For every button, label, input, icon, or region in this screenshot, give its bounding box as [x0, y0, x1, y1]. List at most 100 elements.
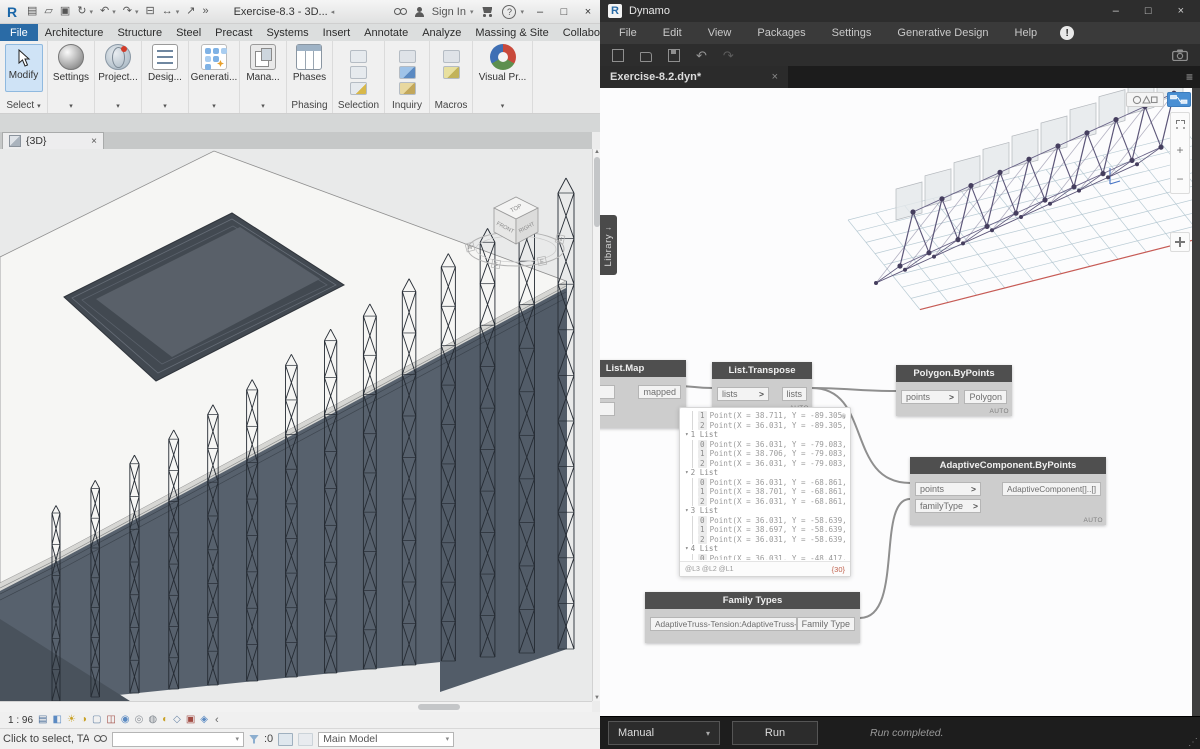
- title-caret-icon[interactable]: ◂: [331, 8, 335, 16]
- store-icon[interactable]: [481, 7, 494, 17]
- tab-analyze[interactable]: Analyze: [415, 24, 468, 41]
- macro-manager-icon[interactable]: [442, 50, 460, 63]
- redo-caret-icon[interactable]: ▾: [135, 8, 139, 16]
- help-icon[interactable]: ?: [502, 4, 517, 19]
- save-file-icon[interactable]: [668, 48, 680, 62]
- sync-caret-icon[interactable]: ▾: [90, 8, 94, 16]
- detail-level-icon[interactable]: ▤: [38, 715, 47, 725]
- zoom-in-icon[interactable]: +: [1176, 143, 1183, 157]
- save-icon[interactable]: ▣: [60, 6, 70, 17]
- port-out-lists[interactable]: lists: [781, 387, 807, 401]
- tab-precast[interactable]: Precast: [208, 24, 259, 41]
- preview-group-row[interactable]: ▾ 1 List: [685, 430, 847, 440]
- redo-icon[interactable]: ↷: [723, 49, 734, 62]
- new-file-icon[interactable]: [612, 48, 624, 62]
- menu-file[interactable]: File: [606, 27, 650, 39]
- viewbar-collapse-icon[interactable]: ‹: [215, 714, 219, 726]
- temporary-hide-icon[interactable]: ◎: [135, 715, 144, 725]
- modify-button[interactable]: Modify: [4, 44, 43, 92]
- measure-icon[interactable]: ↔: [162, 6, 173, 17]
- node-adaptive-component[interactable]: AdaptiveComponent.ByPoints points > Adap…: [910, 457, 1106, 525]
- tab-menu-icon[interactable]: ≡: [1186, 70, 1200, 84]
- list-levels[interactable]: @L3 @L2 @L1: [685, 566, 734, 573]
- node-list-map[interactable]: List.Map list mapped f(x): [600, 360, 686, 428]
- undo-caret-icon[interactable]: ▾: [112, 8, 116, 16]
- visual-style-icon[interactable]: ◧: [52, 715, 61, 725]
- family-type-dropdown[interactable]: AdaptiveTruss-Tension:AdaptiveTruss-Tens…: [650, 617, 797, 631]
- library-collapsed-tab[interactable]: → Library: [600, 215, 617, 275]
- rendering-icon[interactable]: ▢: [92, 715, 101, 725]
- sign-in-caret-icon[interactable]: ▾: [470, 8, 474, 16]
- compass-e[interactable]: E: [540, 259, 544, 265]
- print-icon[interactable]: ⊟: [145, 6, 154, 17]
- minimize-button[interactable]: –: [532, 6, 548, 18]
- compass-w[interactable]: W: [467, 245, 473, 251]
- tab-architecture[interactable]: Architecture: [38, 24, 111, 41]
- data-preview-bubble[interactable]: ◉ 1 Point(X = 38.711, Y = -89.305, 2 Point…: [679, 407, 851, 577]
- status-search-icon[interactable]: [94, 735, 107, 743]
- port-out-polygon[interactable]: Polygon: [964, 390, 1007, 404]
- save-selection-icon[interactable]: [350, 50, 367, 63]
- select-footer[interactable]: Select ▾: [0, 98, 47, 113]
- lacing-indicator[interactable]: AUTO: [989, 408, 1009, 415]
- generative-panel-caret[interactable]: ▾: [189, 98, 239, 113]
- resize-grip[interactable]: ⋰: [1188, 737, 1198, 748]
- design-panel-caret[interactable]: ▾: [142, 98, 188, 113]
- preview-group-row[interactable]: ▾ 4 List: [685, 544, 847, 554]
- load-selection-icon[interactable]: [350, 66, 367, 79]
- qat-more-icon[interactable]: »: [202, 6, 208, 17]
- port-out-adaptive[interactable]: AdaptiveComponent[]..[]: [1001, 482, 1101, 496]
- revit-3d-viewport[interactable]: W S E N TOP FRONT RIGHT: [0, 149, 592, 701]
- element-id-icon[interactable]: [398, 66, 416, 79]
- tab-steel[interactable]: Steel: [169, 24, 208, 41]
- wire-family-to-adaptive[interactable]: [859, 498, 911, 619]
- compass-s[interactable]: S: [494, 262, 498, 268]
- editable-only-icon[interactable]: [278, 732, 294, 746]
- exclude-options-icon[interactable]: [298, 732, 314, 746]
- manage-panel-caret[interactable]: ▾: [240, 98, 286, 113]
- tab-file[interactable]: File: [0, 24, 38, 41]
- file-tabs-icon[interactable]: ▤: [27, 6, 37, 17]
- dynamo-button[interactable]: Visual Pr...: [479, 41, 526, 98]
- node-polygon-bypoints[interactable]: Polygon.ByPoints points > Polygon AUTO: [896, 365, 1012, 416]
- menu-help[interactable]: Help: [1002, 27, 1051, 39]
- maximize-button[interactable]: □: [556, 6, 572, 18]
- viewport-vertical-scrollbar[interactable]: ▲ ▼: [592, 149, 600, 701]
- node-list-transpose[interactable]: List.Transpose lists > lists AUTO: [712, 362, 812, 413]
- undo-icon[interactable]: ↶: [696, 49, 707, 62]
- workspace-tab-close-icon[interactable]: ×: [772, 71, 778, 83]
- port-in-familytype[interactable]: familyType >: [915, 499, 981, 513]
- help-caret-icon[interactable]: ▾: [520, 8, 524, 16]
- menu-view[interactable]: View: [695, 27, 745, 39]
- pan-button[interactable]: [1170, 232, 1190, 252]
- project-panel-caret[interactable]: ▾: [95, 98, 141, 113]
- manage-project-button[interactable]: Mana...: [246, 41, 280, 98]
- undo-icon[interactable]: ↶: [100, 6, 109, 17]
- shadows-icon[interactable]: ◑: [81, 715, 87, 725]
- design-options-combobox[interactable]: Main Model ▾: [318, 731, 455, 747]
- macro-security-icon[interactable]: [442, 66, 460, 79]
- filter-icon[interactable]: [249, 734, 259, 744]
- preview-group-row[interactable]: ▾ 2 List: [685, 468, 847, 478]
- dynamo-canvas[interactable]: → Library + − List.Map mapped List.Trans…: [600, 88, 1200, 716]
- port-in-points[interactable]: points >: [901, 390, 959, 404]
- dynamo-maximize-button[interactable]: □: [1145, 5, 1152, 17]
- reveal-hidden-icon[interactable]: ◍: [148, 715, 157, 725]
- phases-button[interactable]: Phases: [293, 41, 326, 98]
- menu-settings[interactable]: Settings: [819, 27, 885, 39]
- graph-view-button[interactable]: [1167, 92, 1191, 107]
- run-mode-select[interactable]: Manual ▾: [608, 721, 720, 745]
- scroll-down-icon[interactable]: ▼: [593, 695, 600, 701]
- crop-region-icon[interactable]: ◉: [121, 715, 130, 725]
- worksharing-icon[interactable]: ◈: [200, 715, 208, 725]
- open-icon[interactable]: ▱: [44, 6, 52, 17]
- generative-design-button[interactable]: Generati...: [191, 41, 237, 98]
- open-file-icon[interactable]: [640, 51, 652, 62]
- warnings-icon[interactable]: [398, 82, 416, 95]
- lacing-indicator[interactable]: AUTO: [1083, 517, 1103, 524]
- port-out-mapped[interactable]: mapped: [638, 385, 681, 399]
- crop-view-icon[interactable]: ◫: [106, 715, 115, 725]
- scroll-up-icon[interactable]: ▲: [593, 149, 600, 155]
- aligned-dimension-icon[interactable]: ↗: [186, 6, 195, 17]
- tab-collaborate[interactable]: Collaborate: [556, 24, 600, 41]
